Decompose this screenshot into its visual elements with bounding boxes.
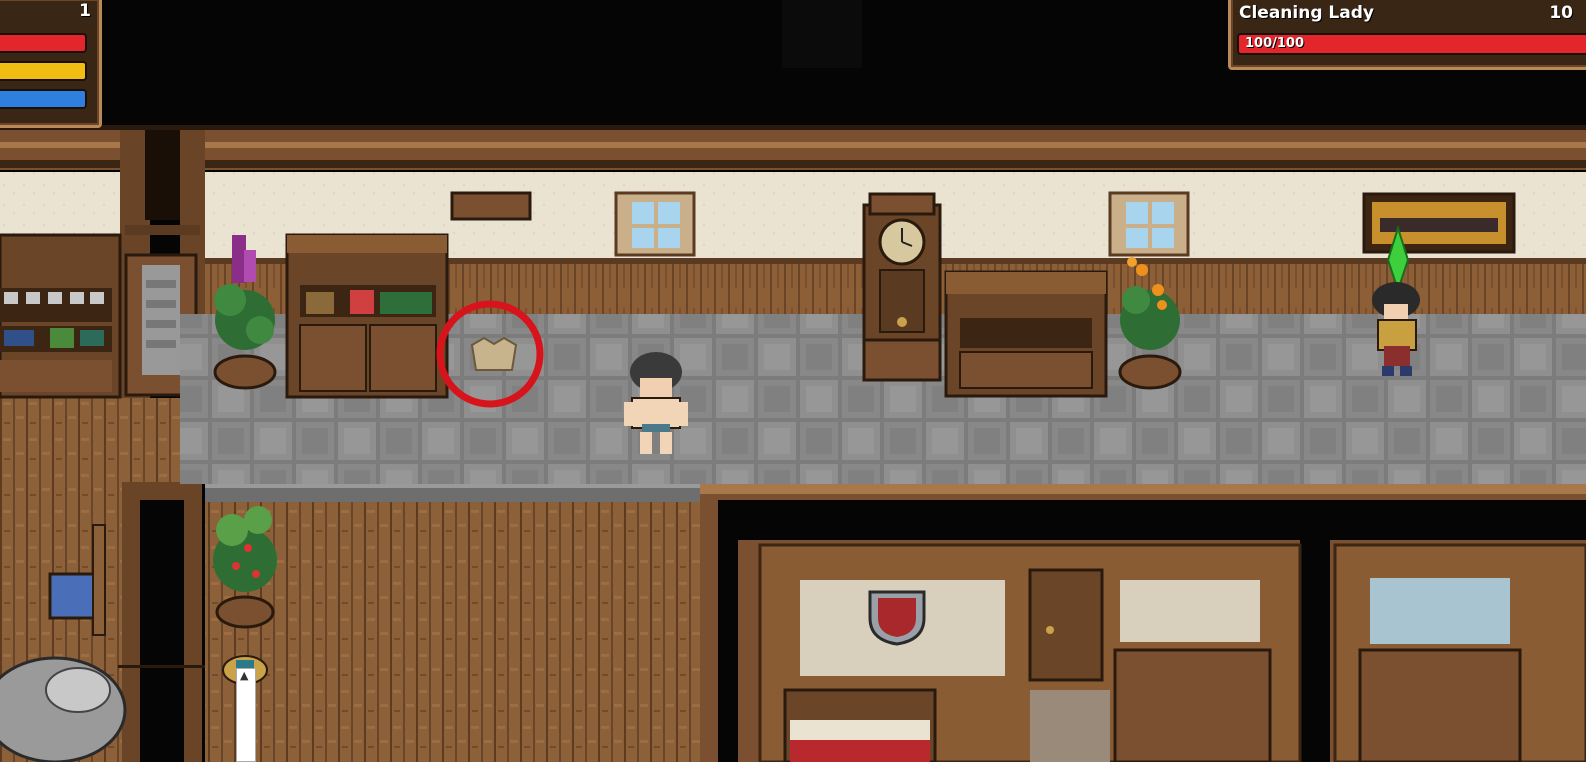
scroll-up-arrow-icon[interactable]: ▲ bbox=[240, 669, 248, 682]
potted-plant-berries bbox=[213, 506, 277, 629]
player-hp-fill bbox=[0, 35, 85, 51]
player-stamina-fill bbox=[0, 63, 85, 79]
target-frame: Cleaning Lady 10 100/100 bbox=[1228, 0, 1586, 70]
sideboard bbox=[944, 270, 1108, 398]
player-mana-fill bbox=[0, 91, 85, 107]
window-right bbox=[1108, 191, 1190, 257]
grandfather-clock bbox=[862, 192, 942, 382]
target-level: 10 bbox=[1549, 3, 1573, 23]
bedroom-block bbox=[700, 484, 1586, 762]
player-hp-bar bbox=[0, 33, 87, 53]
player-stamina-bar bbox=[0, 61, 87, 81]
player-level: 1 bbox=[79, 1, 91, 21]
game-map[interactable] bbox=[0, 0, 1586, 762]
lower-hall-floor bbox=[205, 502, 700, 762]
target-name: Cleaning Lady bbox=[1239, 3, 1374, 23]
target-hp-text: 100/100 bbox=[1245, 36, 1305, 51]
cabinet bbox=[285, 233, 449, 399]
target-hp-bar: 100/100 bbox=[1237, 33, 1586, 55]
player-status-panel: 1 bbox=[0, 0, 102, 128]
scrollbar[interactable]: ▲ bbox=[236, 668, 256, 762]
wall-shelf bbox=[450, 191, 532, 221]
player-mana-bar bbox=[0, 89, 87, 109]
window-left bbox=[614, 191, 696, 257]
wall-shield bbox=[868, 590, 926, 646]
wall-painting bbox=[1362, 192, 1516, 254]
